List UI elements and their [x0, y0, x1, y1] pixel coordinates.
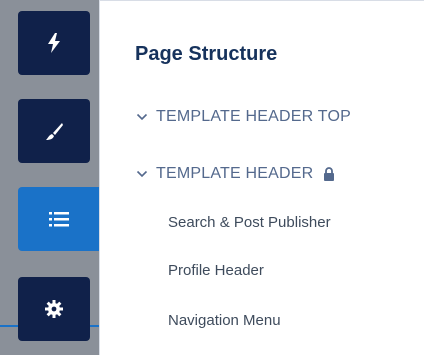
component-profile-header[interactable]: Profile Header [168, 262, 264, 279]
chevron-down-icon [136, 113, 148, 121]
settings-button[interactable] [18, 277, 90, 341]
gear-icon [45, 300, 63, 318]
section-label: TEMPLATE HEADER TOP [156, 108, 351, 125]
page-structure-button[interactable] [18, 187, 99, 251]
component-search-post-publisher[interactable]: Search & Post Publisher [168, 214, 331, 231]
section-label: TEMPLATE HEADER [156, 165, 314, 182]
lightning-icon [48, 33, 60, 53]
panel-title: Page Structure [135, 43, 278, 65]
rail-divider-right [90, 325, 99, 327]
lightning-button[interactable] [18, 11, 90, 75]
brush-icon [46, 123, 63, 140]
theme-brush-button[interactable] [18, 99, 90, 163]
section-template-header[interactable]: TEMPLATE HEADER [136, 162, 335, 186]
component-navigation-menu[interactable]: Navigation Menu [168, 312, 281, 329]
page-structure-panel: Page Structure TEMPLATE HEADER TOP TEMPL… [99, 0, 424, 355]
list-icon [48, 212, 69, 227]
lock-icon [324, 167, 335, 181]
sidebar-rail [0, 0, 99, 355]
section-template-header-top[interactable]: TEMPLATE HEADER TOP [136, 105, 351, 129]
chevron-down-icon [136, 170, 148, 178]
rail-divider-left [0, 325, 18, 327]
